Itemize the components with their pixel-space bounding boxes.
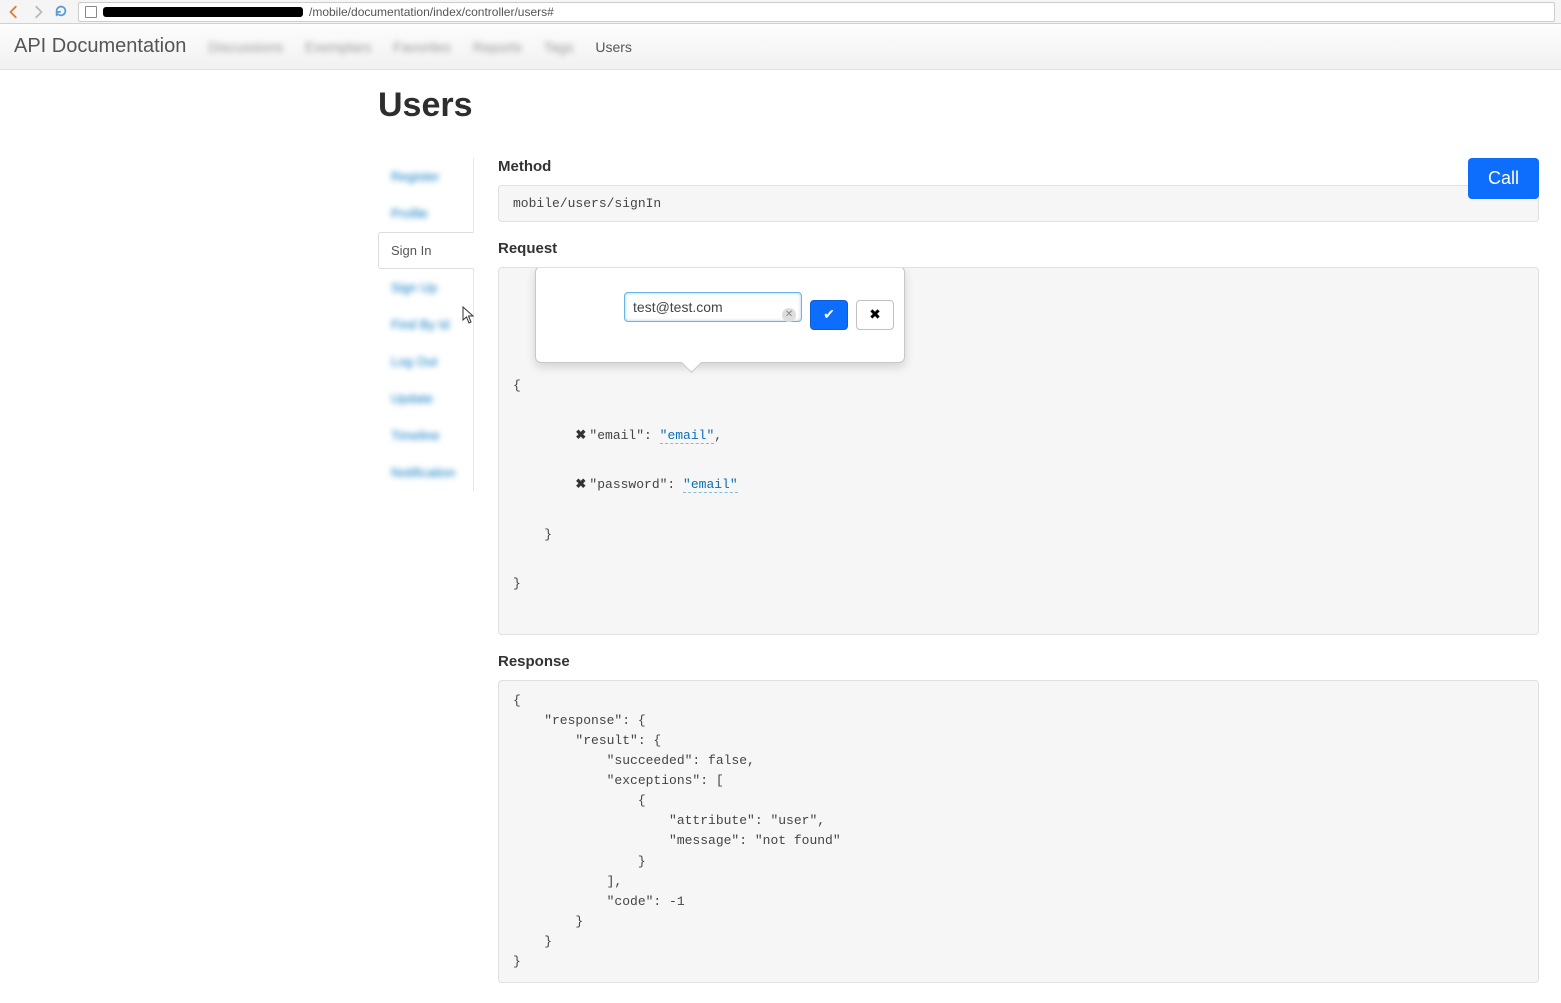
forward-icon[interactable] <box>30 4 46 20</box>
browser-toolbar: /mobile/documentation/index/controller/u… <box>0 0 1561 24</box>
brand-title[interactable]: API Documentation <box>14 35 186 58</box>
request-line: } <box>513 574 1524 594</box>
method-path-box: mobile/users/signIn <box>498 185 1539 222</box>
check-icon: ✔ <box>823 306 835 323</box>
url-redacted <box>103 7 303 17</box>
delete-icon[interactable]: ✖ <box>575 426 587 446</box>
main-panel: Call Method mobile/users/signIn Request … <box>0 70 1561 1003</box>
nav-item[interactable]: Reports <box>473 39 522 55</box>
request-box: ✕ ✔ ✖ { ✖"email": "email", ✖"password": … <box>498 267 1539 635</box>
request-line: ✖"email": "email", <box>513 426 1524 446</box>
url-suffix: /mobile/documentation/index/controller/u… <box>309 5 554 19</box>
confirm-button[interactable]: ✔ <box>810 300 848 330</box>
nav-item[interactable]: Tags <box>544 39 574 55</box>
editable-value-password[interactable]: "email" <box>683 477 738 493</box>
response-heading: Response <box>498 653 1539 670</box>
page-icon <box>85 6 97 18</box>
close-icon: ✖ <box>869 306 881 323</box>
method-heading: Method <box>498 158 1539 175</box>
nav-item[interactable]: Discussions <box>208 39 283 55</box>
method-path: mobile/users/signIn <box>513 196 661 211</box>
clear-icon[interactable]: ✕ <box>782 308 796 322</box>
edit-popover: ✕ ✔ ✖ <box>535 267 905 363</box>
request-line: } <box>513 525 1524 545</box>
cancel-button[interactable]: ✖ <box>856 300 894 330</box>
nav-item-active[interactable]: Users <box>595 39 632 55</box>
url-bar[interactable]: /mobile/documentation/index/controller/u… <box>78 2 1555 22</box>
top-nav: API Documentation Discussions Exemplars … <box>0 24 1561 70</box>
call-button[interactable]: Call <box>1468 158 1539 199</box>
delete-icon[interactable]: ✖ <box>575 475 587 495</box>
nav-item[interactable]: Favorites <box>393 39 451 55</box>
popover-input[interactable] <box>624 292 802 322</box>
request-line: { <box>513 376 1524 396</box>
response-box: { "response": { "result": { "succeeded":… <box>498 680 1539 984</box>
back-icon[interactable] <box>6 4 22 20</box>
request-line: ✖"password": "email" <box>513 475 1524 495</box>
refresh-icon[interactable] <box>54 4 70 20</box>
request-heading: Request <box>498 240 1539 257</box>
editable-value-email[interactable]: "email" <box>660 428 715 444</box>
nav-item[interactable]: Exemplars <box>305 39 371 55</box>
